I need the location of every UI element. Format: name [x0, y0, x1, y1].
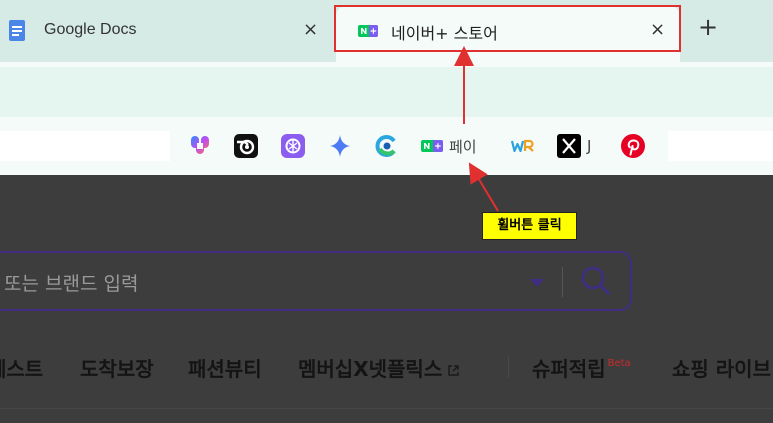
search-input[interactable]: 또는 브랜드 입력: [0, 251, 632, 311]
edge-drop-icon: [375, 135, 396, 157]
bookmark-label: 페이: [449, 137, 477, 156]
gemini-icon: [330, 135, 350, 157]
bookmark-copilot[interactable]: [187, 133, 213, 159]
bookmark-wr[interactable]: [510, 133, 536, 159]
category-nav: 베스트 도착보장 패션뷰티 멤버십X넷플릭스 슈퍼적립Beta 쇼핑 라이브: [0, 353, 773, 383]
tab-title: Google Docs: [44, 21, 137, 38]
annotation-highlight-box: [334, 5, 681, 52]
blender-icon: [234, 134, 258, 158]
toolbar-divider: [0, 62, 773, 67]
external-link-icon: [448, 365, 459, 376]
bookmark-edge-drop[interactable]: [374, 133, 398, 159]
page-content: 또는 브랜드 입력 베스트 도착보장 패션뷰티 멤버십X넷플릭스 슈퍼적립Bet…: [0, 175, 773, 423]
wr-icon: [510, 139, 534, 153]
bookmark-x[interactable]: J: [557, 133, 591, 159]
bookmarks-bar: 페이 J: [0, 117, 773, 175]
bookmark-blender[interactable]: [233, 133, 259, 159]
tab-strip: Google Docs × 네이버+ 스토어 × +: [0, 0, 773, 62]
bookmarks-left-field: [0, 131, 170, 161]
address-bar-area: [0, 62, 773, 117]
new-tab-button[interactable]: +: [698, 14, 718, 40]
bookmark-pinterest[interactable]: [620, 133, 646, 159]
bookmark-naver-pay[interactable]: 페이: [421, 133, 477, 159]
beta-badge: Beta: [607, 358, 631, 369]
nav-item-label: 슈퍼적립: [532, 357, 606, 381]
bookmark-chatgpt[interactable]: [280, 133, 306, 159]
nav-item-fashion-beauty[interactable]: 패션뷰티: [188, 353, 262, 382]
search-icon[interactable]: [580, 265, 612, 297]
annotation-callout: 휠버튼 클릭: [482, 212, 577, 240]
close-tab-google-docs-icon[interactable]: ×: [303, 21, 318, 39]
bookmark-gemini[interactable]: [328, 133, 352, 159]
nav-item-best[interactable]: 베스트: [0, 353, 43, 382]
x-icon: [557, 134, 581, 158]
nav-item-guaranteed-delivery[interactable]: 도착보장: [80, 353, 154, 382]
nav-separator: [508, 356, 509, 378]
copilot-icon: [191, 136, 209, 154]
search-separator: [562, 267, 563, 297]
naver-pay-icon: [421, 140, 443, 152]
search-placeholder: 또는 브랜드 입력: [4, 273, 139, 295]
bookmarks-right-field: [668, 131, 773, 161]
bookmark-label: J: [587, 137, 592, 155]
pinterest-icon: [621, 134, 645, 158]
nav-item-super-reward[interactable]: 슈퍼적립 Beta: [532, 353, 631, 382]
nav-item-membership-netflix[interactable]: 멤버십X넷플릭스: [298, 353, 460, 382]
nav-item-shopping-live[interactable]: 쇼핑 라이브: [672, 353, 771, 382]
nav-bottom-divider: [0, 408, 773, 409]
chevron-down-icon[interactable]: [530, 279, 544, 287]
nav-item-label: 멤버십X넷플릭스: [298, 357, 443, 381]
google-docs-icon: [9, 20, 25, 41]
chatgpt-icon: [281, 134, 305, 158]
tab-google-docs[interactable]: Google Docs: [0, 8, 332, 54]
